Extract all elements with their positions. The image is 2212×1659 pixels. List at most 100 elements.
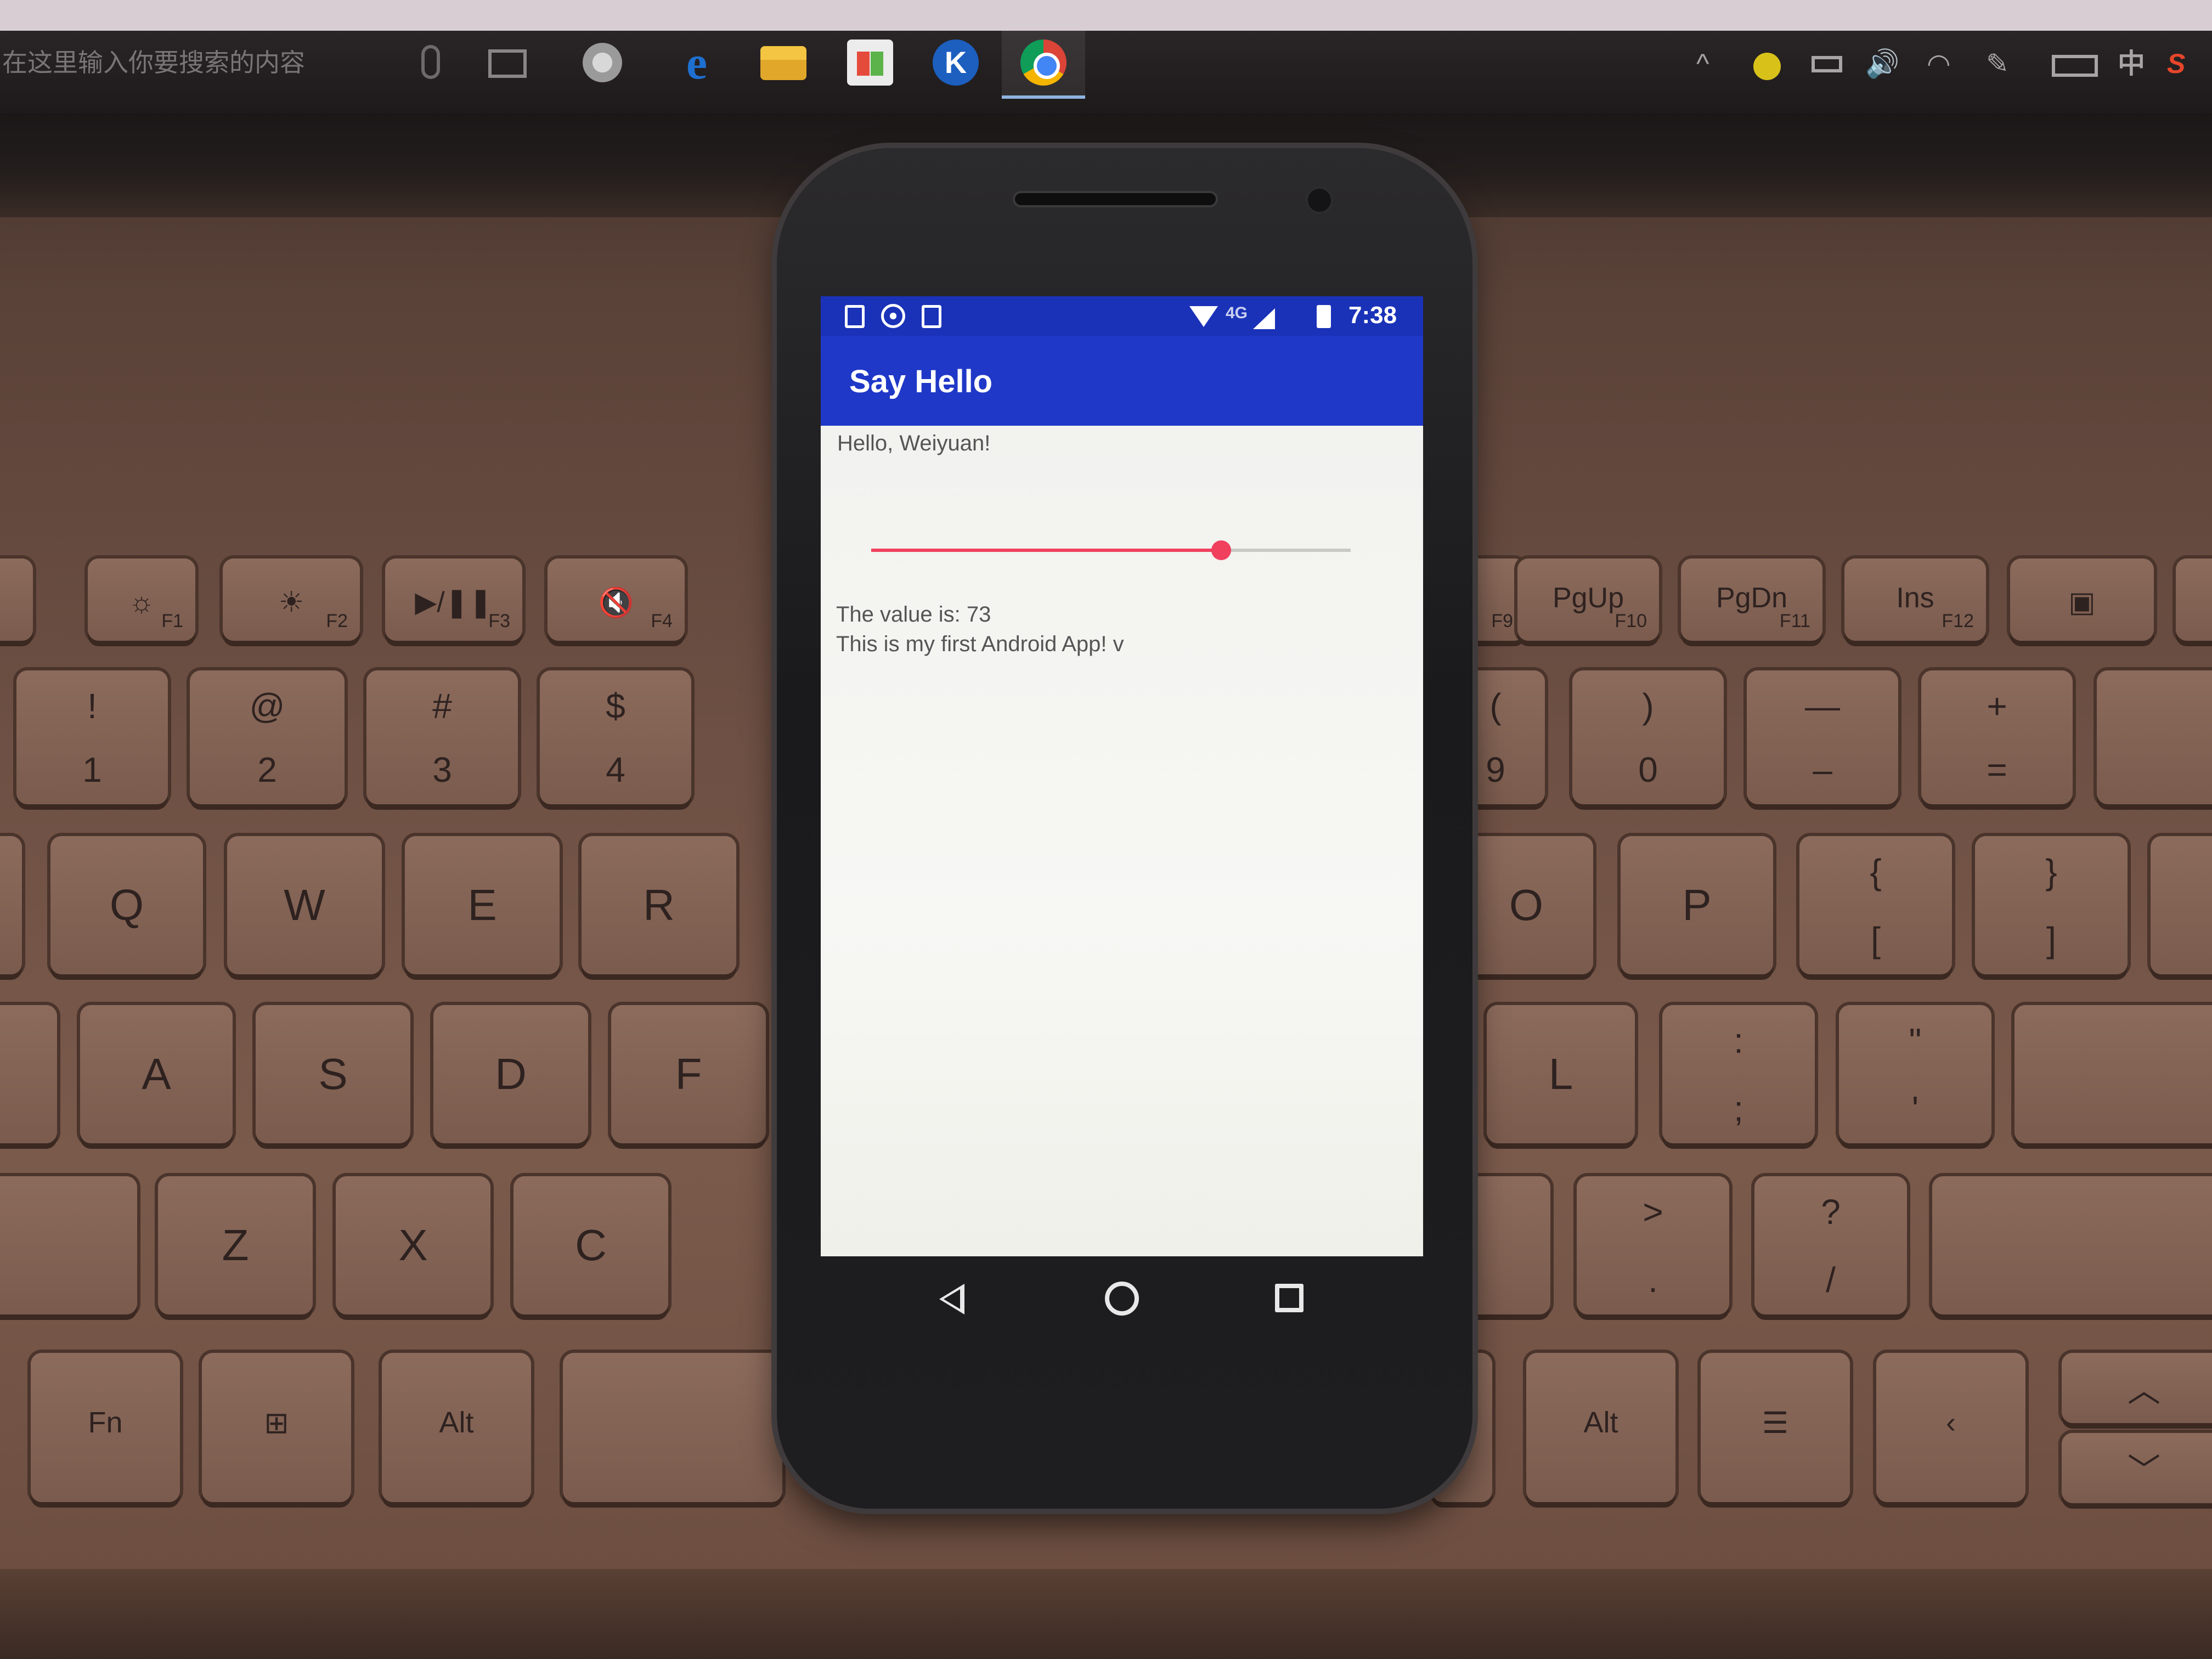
key-r: R [582,836,736,974]
key-tab-partial [0,836,22,974]
key-f: F [611,1005,766,1143]
key-left-bracket: { [ [1799,836,1952,974]
network-type: 4G [1226,304,1248,322]
key-pgup: PgUp F10 [1517,558,1659,641]
key-alt-left: Alt [382,1353,531,1502]
key-4: $ 4 [540,670,691,804]
key-projector: ▣ [2010,558,2154,641]
message-text: This is my first Android App! v [836,632,1124,656]
key-q: Q [50,836,203,974]
taskbar-search-box[interactable]: 在这里输入你要搜索的内容 [0,46,305,79]
tray-overflow-icon[interactable]: ^ [1696,47,1709,80]
key-f1: ☼ F1 [88,558,195,641]
seekbar[interactable] [871,540,1351,560]
key-shift-right [1932,1176,2212,1314]
key-c: C [514,1176,668,1314]
app-title: Say Hello [849,364,993,399]
key-minus: — – [1747,670,1898,804]
key-e: E [405,836,560,974]
key-ins: Ins F12 [1844,558,1986,641]
key-f3: ▶/❚❚ F3 [385,558,522,641]
home-icon[interactable] [1105,1282,1139,1316]
key-period: > . [1577,1176,1729,1314]
windows-logo-icon: ⊞ [264,1407,289,1440]
key-delete-partial [2176,558,2212,641]
key-fn: Fn [31,1353,180,1502]
key-slash: ? / [1754,1176,1907,1314]
notification-ball-icon [881,304,905,328]
mic-icon[interactable] [421,45,440,79]
key-a: A [80,1005,233,1143]
wifi-icon [1189,306,1218,327]
ime-indicator[interactable]: 中 [2118,47,2145,80]
sogou-icon[interactable]: S [2167,47,2185,80]
key-shift-left-partial [0,1176,137,1314]
key-1: ! 1 [16,670,168,804]
chrome-icon[interactable] [1020,40,1066,86]
notification-icon [845,305,865,328]
left-arrow-icon: ‹ [1946,1406,1956,1439]
down-arrow-icon: ﹀ [2128,1452,2160,1489]
front-camera [1306,187,1333,214]
status-bar: 4G 7:38 [821,296,1423,336]
key-space-partial [563,1353,782,1502]
key-semicolon: : ; [1662,1005,1815,1143]
key-down-arrow: ﹀ [2062,1433,2212,1503]
edge-icon[interactable]: e [674,39,720,86]
projector-icon: ▣ [2068,586,2096,618]
app-bar: Say Hello [821,336,1423,426]
key-backslash-partial [2151,836,2212,974]
key-0: ) 0 [1572,670,1724,804]
key-2: @ 2 [190,670,345,804]
file-explorer-icon[interactable] [760,46,806,80]
store-icon[interactable] [847,40,893,86]
key-o: O [1459,836,1593,974]
key-enter-partial [2015,1005,2212,1143]
key-p: P [1621,836,1773,974]
key-caps-partial [0,1005,57,1143]
key-backspace-partial [2097,670,2212,804]
key-s: S [256,1005,410,1143]
key-3: # 3 [366,670,518,804]
key-f2: ☀ F2 [223,558,360,641]
key-right-bracket: } ] [1975,836,2128,974]
tray-app-icon[interactable] [1753,53,1781,80]
seekbar-thumb[interactable] [1211,540,1232,560]
key-up-arrow: ︿ [2062,1353,2212,1423]
recents-icon[interactable] [1275,1284,1304,1312]
key-alt-right: Alt [1526,1353,1675,1502]
k-app-icon[interactable]: K [933,40,979,86]
key-quote: " ' [1839,1005,1991,1143]
signal-icon [1253,308,1275,329]
laptop-front-edge [0,1569,2212,1659]
key-esc-partial [0,558,33,641]
key-windows: ⊞ [202,1353,351,1502]
task-view-icon[interactable] [488,49,527,78]
key-l: L [1487,1005,1635,1143]
earpiece-speaker [1013,191,1218,207]
up-arrow-icon: ︿ [2128,1372,2160,1409]
key-w: W [227,836,382,974]
key-left-arrow: ‹ [1876,1353,2025,1502]
touch-keyboard-icon[interactable] [2052,55,2098,77]
phone-screen: 4G 7:38 Say Hello Hello, Weiyuan! The va… [821,296,1423,1256]
battery-icon[interactable] [1812,56,1842,72]
battery-icon [1317,305,1331,328]
key-pgdn: PgDn F11 [1681,558,1822,641]
pinwheel-icon[interactable] [579,40,625,86]
seekbar-progress [871,549,1222,552]
screen-glare [0,0,2212,31]
app-content: Hello, Weiyuan! The value is: 73 This is… [821,426,1423,1256]
pen-icon[interactable]: ✎ [1986,47,2009,80]
key-d: D [433,1005,588,1143]
volume-icon[interactable]: 🔊 [1865,47,1899,80]
greeting-text: Hello, Weiyuan! [837,431,991,455]
menu-icon: ☰ [1762,1407,1789,1440]
seekbar-value-text: The value is: 73 [836,602,991,627]
key-z: Z [158,1176,313,1314]
status-time: 7:38 [1348,302,1397,329]
active-app-indicator [1002,95,1085,99]
back-icon[interactable] [939,1284,964,1314]
key-f4: 🔇 F4 [548,558,685,641]
wifi-icon[interactable]: ◠ [1927,47,1951,80]
